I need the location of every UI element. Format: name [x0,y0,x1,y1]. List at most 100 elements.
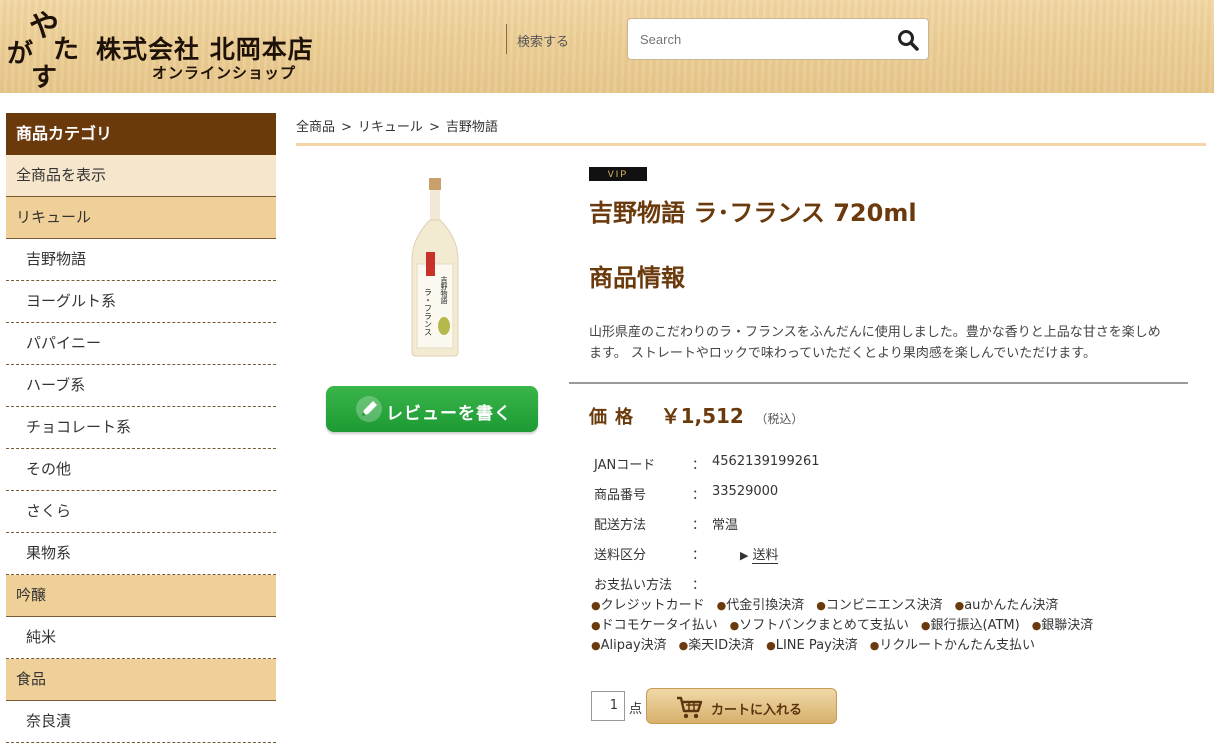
search-icon[interactable] [896,28,920,52]
sidebar-item[interactable]: パパイニー [6,323,276,365]
bullet-icon: ● [920,619,931,632]
spec-key: 送料区分 [594,548,647,563]
sidebar-item[interactable]: その他 [6,449,276,491]
bullet-icon: ● [591,639,601,652]
payment-method: ●ソフトバンクまとめて支払い [730,618,909,633]
cart-icon [677,696,703,719]
vip-badge: VIP [589,167,647,181]
site-header: や が た す 株式会社 北岡本店 オンラインショップ 検索する [0,0,1214,93]
sidebar-item[interactable]: 奈良漬 [6,701,276,743]
search-label: 検索する [517,35,570,50]
bullet-icon: ● [869,639,880,652]
sidebar-item[interactable]: 吉野物語 [6,239,276,281]
breadcrumb-separator: > [341,120,352,135]
bullet-icon: ● [678,639,689,652]
spec-separator: ： [692,578,706,593]
sidebar-item[interactable]: リキュール [6,197,276,239]
payment-method-label: 銀行振込(ATM) [930,618,1020,633]
payment-method-label: 代金引換決済 [726,598,805,613]
spec-separator: ： [692,488,706,503]
sidebar-item[interactable]: 食品 [6,659,276,701]
search-box [627,18,929,60]
review-button-label: レビューを書く [386,404,512,424]
product-description: 山形県産のこだわりのラ・フランスをふんだんに使用しました。豊かな香りと上品な甘さ… [589,325,1161,361]
payment-method: ●リクルートかんたん支払い [870,638,1035,653]
cart-button-label: カートに入れる [711,703,803,718]
bullet-icon: ● [716,599,727,612]
payment-method: ●コンビニエンス決済 [816,598,942,613]
payment-method-label: ソフトバンクまとめて支払い [739,618,909,633]
breadcrumb-item[interactable]: 吉野物語 [446,120,498,135]
payment-row: ●クレジットカード ●代金引換決済 ●コンビニエンス決済 ●auかんたん決済 [591,596,1191,616]
payment-method-label: auかんたん決済 [964,598,1059,613]
sidebar-item[interactable]: 純米 [6,617,276,659]
payment-method-label: ドコモケータイ払い [600,618,718,633]
payment-method: ●代金引換決済 [717,598,805,613]
sidebar-title: 商品カテゴリ [6,113,276,155]
svg-text:す: す [31,63,57,90]
shipping-link[interactable]: ▶ 送料 [740,544,779,564]
price-row: 価格 ￥1,512 （税込） [589,400,803,429]
spec-value: 4562139199261 [712,454,820,469]
svg-text:ラ・フランス: ラ・フランス [424,288,433,336]
spec-separator: ： [692,458,706,473]
payment-method-label: Alipay決済 [600,638,667,653]
spec-key: 配送方法 [594,518,647,533]
spec-separator: ： [692,518,706,533]
section-title: 商品情報 [589,264,685,292]
payment-method: ●銀聯決済 [1032,618,1094,633]
svg-text:吉野物語: 吉野物語 [440,276,448,305]
triangle-right-icon: ▶ [740,549,749,562]
write-review-button[interactable]: レビューを書く [326,386,538,432]
payment-method-label: LINE Pay決済 [775,638,858,653]
bullet-icon: ● [816,599,826,612]
price-value: ￥1,512 [660,404,744,428]
category-sidebar: 商品カテゴリ 全商品を表示 リキュール 吉野物語 ヨーグルト系 パパイニー ハーブ系 チョコ… [6,113,276,743]
spec-separator: ： [692,548,706,563]
bullet-icon: ● [591,599,601,612]
quantity-input[interactable]: 1 [591,691,625,721]
sidebar-item[interactable]: チョコレート系 [6,407,276,449]
payment-method: ●クレジットカード [591,598,705,613]
company-subtitle: オンラインショップ [152,64,297,82]
bullet-icon: ● [729,619,740,632]
sidebar-item[interactable]: 全商品を表示 [6,155,276,197]
payment-method: ●auかんたん決済 [955,598,1059,613]
price-label: 価格 [589,407,641,428]
payment-method: ●LINE Pay決済 [766,638,858,653]
payment-method-label: コンビニエンス決済 [825,598,943,613]
product-image: 吉野物語 ラ・フランス [411,178,459,357]
breadcrumb: 全商品 > リキュール > 吉野物語 [296,116,498,135]
bullet-icon: ● [954,599,965,612]
product-title: 吉野物語 ラ･フランス 720ml [589,199,917,227]
spec-key: JANコード [594,458,656,473]
breadcrumb-item[interactable]: 全商品 [296,120,335,135]
svg-text:た: た [53,35,79,65]
sidebar-item[interactable]: ハーブ系 [6,365,276,407]
payment-methods: ●クレジットカード ●代金引換決済 ●コンビニエンス決済 ●auかんたん決済 ●ドコモケ… [591,596,1191,656]
search-input[interactable] [640,29,880,49]
sidebar-item[interactable]: さくら [6,491,276,533]
breadcrumb-divider [296,143,1206,146]
quantity-unit: 点 [629,702,643,717]
payment-method-label: 楽天ID決済 [688,638,755,653]
payment-row: ●ドコモケータイ払い ●ソフトバンクまとめて支払い ●銀行振込(ATM) ●銀聯決済 [591,616,1191,636]
sidebar-item[interactable]: 吟醸 [6,575,276,617]
spec-value: 33529000 [712,484,779,499]
header-divider [506,24,507,54]
sidebar-item[interactable]: 果物系 [6,533,276,575]
add-to-cart-button[interactable]: カートに入れる [646,688,837,724]
brand-logo-icon[interactable]: や が た す [5,4,90,90]
bullet-icon: ● [591,619,601,632]
payment-method: ●Alipay決済 [591,638,667,653]
payment-method: ●ドコモケータイ払い [591,618,718,633]
sidebar-item[interactable]: ヨーグルト系 [6,281,276,323]
breadcrumb-item[interactable]: リキュール [358,120,423,135]
company-name[interactable]: 株式会社 北岡本店 [96,30,314,66]
payment-method: ●銀行振込(ATM) [921,618,1020,633]
spec-key: お支払い方法 [594,578,673,593]
spec-value: 常温 [712,518,739,533]
category-list: 全商品を表示 リキュール 吉野物語 ヨーグルト系 パパイニー ハーブ系 チョコレート系 その他… [6,155,276,743]
spec-key: 商品番号 [594,488,647,503]
payment-method-label: 銀聯決済 [1041,618,1094,633]
